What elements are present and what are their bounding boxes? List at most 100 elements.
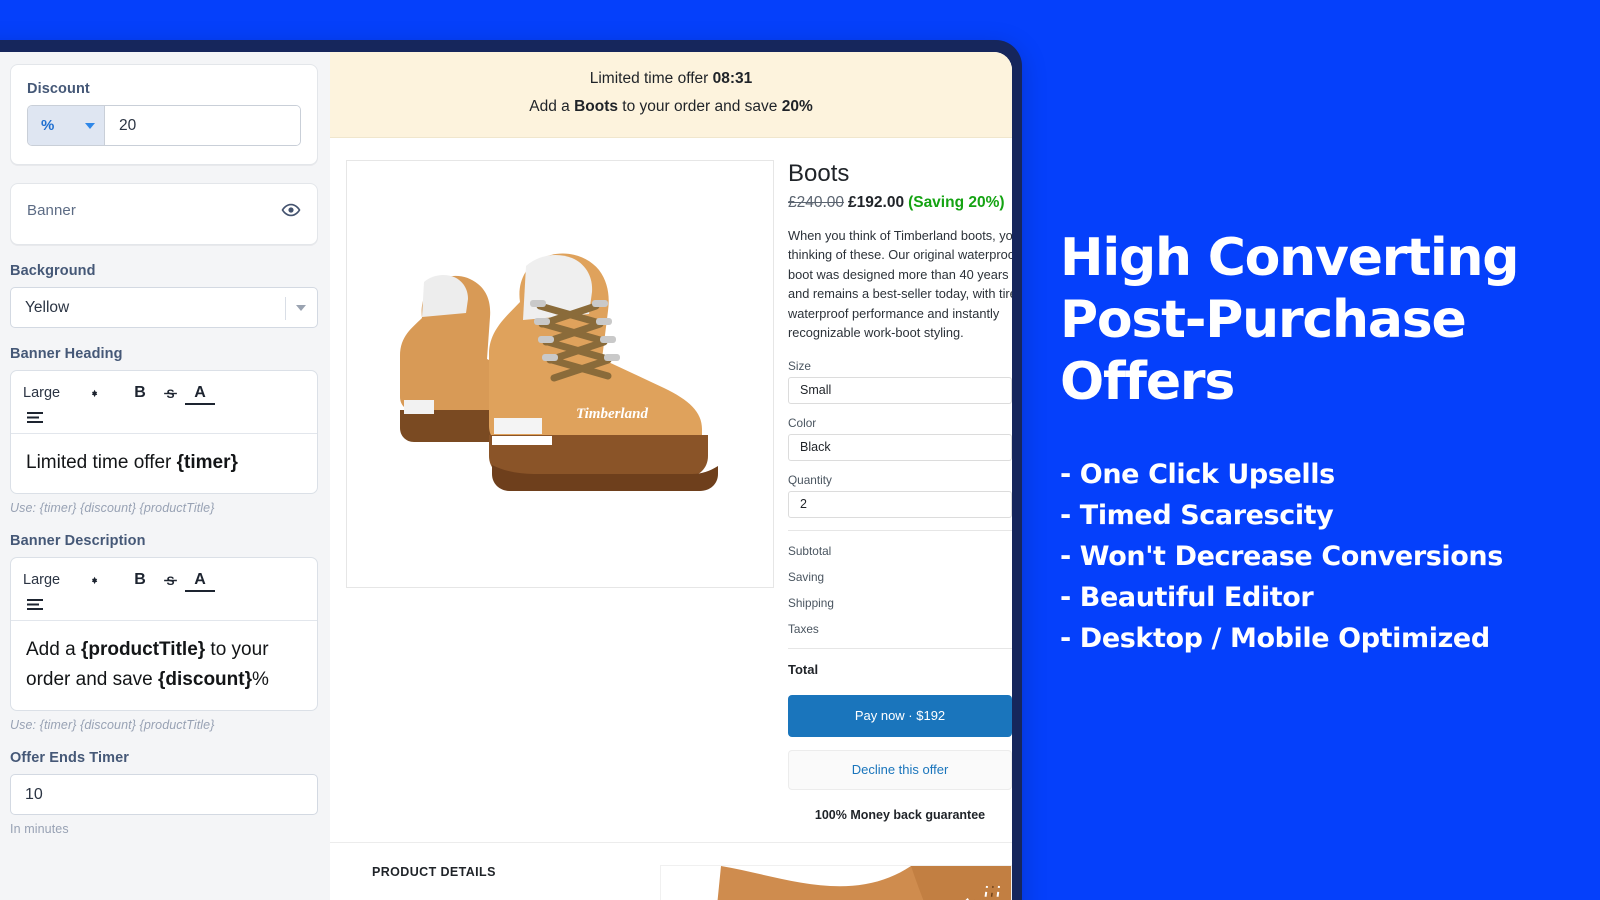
- banner-heading-content[interactable]: Limited time offer {timer}: [11, 434, 317, 493]
- summary-row-subtotal: Subtotal: [788, 544, 1012, 558]
- banner-card: Banner: [10, 183, 318, 245]
- summary-label-total: Total: [788, 661, 819, 677]
- discount-input-group: % 20: [27, 105, 301, 146]
- banner-heading-editor: Large ▲ ▼ B S A Limited time offer {time…: [10, 370, 318, 495]
- price-row: £240.00 £192.00 (Saving 20%): [788, 194, 1012, 212]
- price-discounted: £192.00: [848, 194, 905, 211]
- summary-row-shipping: Shipping: [788, 596, 1012, 610]
- desc-text-3: %: [251, 668, 269, 690]
- summary-row-total: Total: [788, 647, 1012, 677]
- rte-toolbar-row2: [23, 409, 305, 425]
- boot-stitching-closeup-photo: W ®: [660, 864, 1012, 900]
- discount-card: Discount % 20: [10, 64, 318, 165]
- banner-line2-text-1: Add a: [529, 98, 575, 115]
- background-label: Background: [10, 263, 96, 279]
- summary-label-shipping: Shipping: [788, 595, 834, 610]
- background-field: Background Yellow: [10, 263, 318, 328]
- discount-unit-value: %: [41, 117, 55, 134]
- option-size-select[interactable]: Small: [788, 376, 1012, 404]
- font-size-value: Large: [23, 385, 61, 401]
- offer-preview: Limited time offer 08:31 Add a Boots to …: [330, 52, 1012, 900]
- product-details-title: PRODUCT DETAILS: [372, 864, 496, 879]
- banner-card-header: Banner: [27, 200, 301, 220]
- pay-now-button[interactable]: Pay now · $192: [788, 694, 1012, 737]
- offer-timer-label: Offer Ends Timer: [10, 750, 129, 767]
- product-details-section: PRODUCT DETAILS Premium leather uppers S…: [330, 843, 1012, 900]
- chevron-down-icon: [85, 122, 95, 129]
- chevron-down-icon: [296, 305, 306, 311]
- option-size: Size Small: [788, 359, 1012, 404]
- banner-description-field: Banner Description Large ▲ ▼ B S A Add a…: [10, 533, 318, 732]
- eye-icon[interactable]: [281, 200, 301, 220]
- decline-offer-button[interactable]: Decline this offer: [788, 749, 1012, 790]
- stepper-updown-icon: ▲ ▼: [90, 387, 100, 399]
- promo-feature-item: - Desktop / Mobile Optimized: [1060, 622, 1490, 654]
- banner-card-title: Banner: [27, 201, 76, 219]
- strikethrough-button[interactable]: S: [155, 568, 185, 592]
- product-details-list: Premium leather uppers Seam-sealed water…: [372, 897, 642, 900]
- summary-label-taxes: Taxes: [788, 621, 819, 636]
- option-quantity-label: Quantity: [788, 472, 832, 487]
- offer-timer-input[interactable]: 10: [10, 774, 318, 816]
- banner-description-content[interactable]: Add a {productTitle} to your order and s…: [11, 621, 317, 710]
- banner-description-editor: Large ▲ ▼ B S A Add a {productTitle} to …: [10, 557, 318, 712]
- desc-text-1: Add a: [26, 639, 81, 661]
- product-info: Boots £240.00 £192.00 (Saving 20%) When yo…: [788, 160, 1012, 822]
- tan-timberland-boots-photo: Timberland: [360, 174, 760, 574]
- text-color-button[interactable]: A: [185, 571, 216, 592]
- summary-row-saving: Saving: [788, 570, 1012, 584]
- banner-heading-token: {timer}: [176, 452, 238, 473]
- stepper-updown-icon: ▲ ▼: [90, 574, 100, 587]
- offer-timer-help: In minutes: [10, 822, 69, 837]
- font-size-value: Large: [23, 572, 61, 589]
- bold-button[interactable]: B: [125, 568, 155, 592]
- price-original: £240.00: [788, 194, 845, 211]
- money-back-guarantee: 100% Money back guarantee: [814, 807, 986, 822]
- detail-line: Premium leather uppers: [372, 897, 642, 900]
- svg-text:Timberland: Timberland: [576, 406, 648, 422]
- font-size-select[interactable]: Large ▲ ▼: [23, 572, 99, 588]
- banner-heading-text: Limited time offer: [26, 452, 177, 473]
- font-size-select[interactable]: Large ▲ ▼: [23, 385, 99, 401]
- summary-label-subtotal: Subtotal: [788, 543, 832, 558]
- rte-toolbar: Large ▲ ▼ B S A: [11, 558, 317, 622]
- banner-description-label: Banner Description: [10, 533, 146, 550]
- preview-banner: Limited time offer 08:31 Add a Boots to …: [330, 52, 1012, 138]
- option-color-label: Color: [788, 415, 817, 430]
- offer-timer-field: Offer Ends Timer 10 In minutes: [10, 750, 318, 836]
- banner-heading-help: Use: {timer} {discount} {productTitle}: [10, 501, 215, 516]
- product-description: When you think of Timberland boots, you'…: [788, 228, 1012, 341]
- promo-feature-item: - One Click Upsells: [1060, 458, 1335, 490]
- promo-feature-item: - Timed Scarescity: [1060, 499, 1334, 531]
- option-color: Color Black: [788, 416, 1012, 461]
- promo-panel: High Converting Post-Purchase Offers - O…: [1060, 0, 1600, 900]
- banner-discount-value: 20%: [781, 98, 813, 115]
- banner-heading-field: Banner Heading Large ▲ ▼ B S A Limited t…: [10, 346, 318, 515]
- text-color-button[interactable]: A: [185, 384, 216, 405]
- product-details-text: PRODUCT DETAILS Premium leather uppers S…: [372, 865, 642, 900]
- banner-product-name: Boots: [574, 98, 618, 115]
- option-color-select[interactable]: Black: [788, 433, 1012, 461]
- discount-label: Discount: [27, 81, 90, 97]
- rte-toolbar-row2: [23, 596, 305, 612]
- discount-amount-input[interactable]: 20: [105, 106, 300, 145]
- banner-line2-text-2: to your order and save: [617, 98, 782, 115]
- desc-token-discount: {discount}: [158, 668, 252, 690]
- option-quantity-input[interactable]: 2: [788, 490, 1012, 518]
- bold-button[interactable]: B: [125, 381, 155, 405]
- device-screen: Discount % 20 Banner Background Yellow B…: [0, 52, 1012, 900]
- promo-feature-list: - One Click Upsells - Timed Scarescity -…: [1060, 454, 1600, 659]
- discount-unit-select[interactable]: %: [28, 106, 105, 145]
- align-icon[interactable]: [25, 409, 47, 425]
- background-select[interactable]: Yellow: [10, 287, 318, 328]
- background-value: Yellow: [25, 298, 70, 316]
- banner-line1-text: Limited time offer: [589, 70, 713, 87]
- banner-description-help: Use: {timer} {discount} {productTitle}: [10, 718, 215, 733]
- rte-toolbar: Large ▲ ▼ B S A: [11, 371, 317, 434]
- align-icon[interactable]: [25, 596, 47, 612]
- device-frame: Discount % 20 Banner Background Yellow B…: [0, 40, 1022, 900]
- product-title: Boots: [788, 160, 850, 187]
- order-summary: Subtotal Saving Shipping Taxes Total: [788, 529, 1012, 677]
- strikethrough-button[interactable]: S: [155, 381, 185, 405]
- option-size-label: Size: [788, 358, 811, 373]
